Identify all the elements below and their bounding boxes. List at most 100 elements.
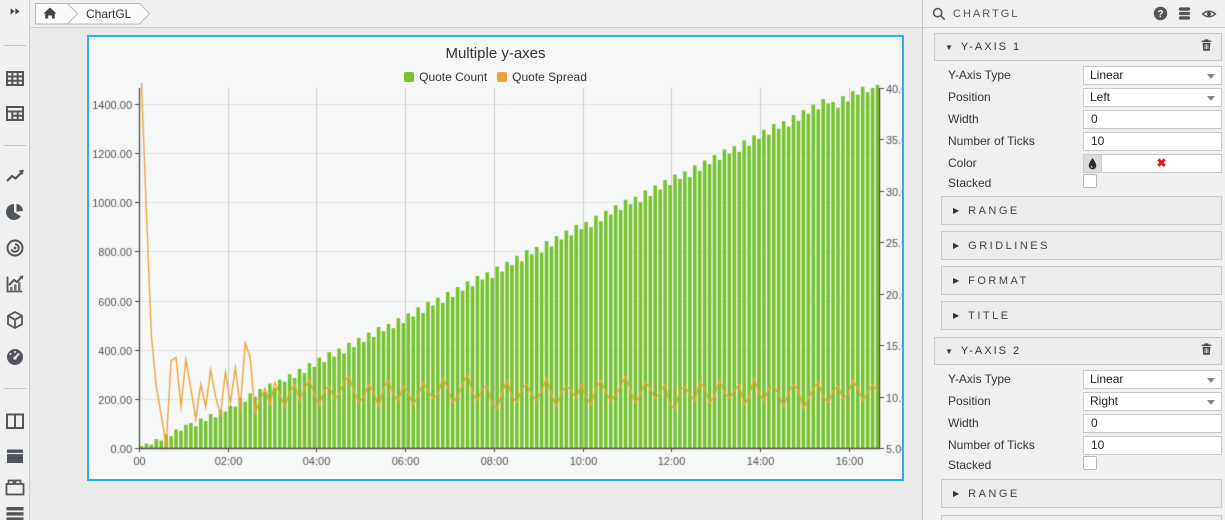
field-yaxis1-ticks: Number of Ticks (923, 130, 1225, 152)
expand-triangle-icon: ▶ (953, 206, 959, 215)
y-axis-2-width-input[interactable] (1083, 414, 1222, 433)
section-yaxis1-format[interactable]: ▶ FORMAT (941, 266, 1222, 295)
chart-plot-canvas[interactable] (89, 83, 902, 475)
field-yaxis1-position: Position Left (923, 86, 1225, 108)
chevron-down-icon (1207, 96, 1215, 101)
field-label: Position (948, 394, 1083, 408)
field-yaxis1-width: Width (923, 108, 1225, 130)
settings-panel: CHARTGL ? ▼ Y-AXIS 1 Y-Axis Type Linear … (922, 0, 1225, 520)
clear-x-icon: ✖ (1156, 157, 1166, 169)
y-axis-1-width-input[interactable] (1083, 110, 1222, 129)
field-yaxis1-stacked: Stacked (923, 174, 1225, 192)
field-yaxis1-color: Color ✖ (923, 152, 1225, 174)
legend-swatch-quote-count (404, 72, 414, 82)
rows-icon[interactable] (5, 505, 25, 520)
y-axis-1-position-select[interactable]: Left (1083, 88, 1222, 107)
field-yaxis2-position: Position Right (923, 390, 1225, 412)
delete-axis-1-button[interactable] (1200, 38, 1213, 57)
area-chart-icon[interactable] (5, 274, 25, 294)
section-title: RANGE (968, 205, 1020, 217)
section-title: GRIDLINES (968, 240, 1050, 252)
chart-title: Multiple y-axes (89, 45, 902, 62)
section-y-axis-1[interactable]: ▼ Y-AXIS 1 (934, 33, 1222, 61)
pie-chart-icon[interactable] (5, 202, 25, 222)
legend-swatch-quote-spread (497, 72, 507, 82)
section-yaxis1-range[interactable]: ▶ RANGE (941, 196, 1222, 225)
legend-label-quote-spread: Quote Spread (512, 70, 587, 84)
field-label: Position (948, 90, 1083, 104)
line-chart-icon[interactable] (5, 166, 25, 186)
breadcrumb-chartgl[interactable]: ChartGL (68, 4, 150, 25)
panel-search-label[interactable]: CHARTGL (953, 8, 1145, 20)
field-label: Width (948, 112, 1083, 126)
field-label: Number of Ticks (948, 134, 1083, 148)
section-title: Y-AXIS 2 (961, 345, 1200, 357)
breadcrumb-bar: ChartGL (30, 0, 922, 28)
expand-triangle-icon: ▶ (953, 276, 959, 285)
y-axis-2-ticks-input[interactable] (1083, 436, 1222, 455)
collapse-triangle-icon: ▼ (945, 43, 953, 52)
expand-triangle-icon: ▶ (953, 241, 959, 250)
trash-icon (1200, 342, 1213, 356)
section-title: RANGE (968, 488, 1020, 500)
field-label: Y-Axis Type (948, 372, 1083, 386)
window-tabs-icon[interactable] (5, 477, 25, 497)
split-columns-icon[interactable] (5, 411, 25, 431)
y-axis-2-type-select[interactable]: Linear (1083, 370, 1222, 389)
droplet-icon (1087, 157, 1098, 170)
section-next-partial (941, 515, 1222, 520)
section-title: Y-AXIS 1 (961, 41, 1200, 53)
y-axis-2-stacked-checkbox[interactable] (1083, 456, 1097, 470)
chevron-down-icon (1207, 74, 1215, 79)
y-axis-1-stacked-checkbox[interactable] (1083, 174, 1097, 188)
chevron-down-icon (1207, 400, 1215, 405)
color-clear-button[interactable]: ✖ (1102, 154, 1222, 173)
y-axis-1-type-select[interactable]: Linear (1083, 66, 1222, 85)
field-label: Width (948, 416, 1083, 430)
y-axis-1-ticks-input[interactable] (1083, 132, 1222, 151)
y-axis-2-position-select[interactable]: Right (1083, 392, 1222, 411)
legend-item-quote-count: Quote Count (404, 70, 487, 84)
pivot-table-icon[interactable] (5, 103, 25, 123)
field-label: Stacked (948, 458, 1083, 472)
breadcrumb-label: ChartGL (86, 7, 132, 21)
section-yaxis1-gridlines[interactable]: ▶ GRIDLINES (941, 231, 1222, 260)
search-icon (932, 7, 946, 21)
field-yaxis2-stacked: Stacked (923, 456, 1225, 474)
field-yaxis2-width: Width (923, 412, 1225, 434)
left-toolbar (0, 0, 30, 520)
collapse-triangle-icon: ▼ (945, 347, 953, 356)
table-icon[interactable] (5, 68, 25, 88)
toolbar-divider (4, 388, 26, 389)
section-y-axis-2[interactable]: ▼ Y-AXIS 2 (934, 337, 1222, 365)
field-yaxis1-type: Y-Axis Type Linear (923, 64, 1225, 86)
select-value: Linear (1090, 68, 1123, 82)
expand-chevrons-icon[interactable] (5, 4, 25, 24)
data-layers-icon[interactable] (1176, 5, 1193, 22)
trash-icon (1200, 38, 1213, 52)
dark-layout-icon[interactable] (5, 446, 25, 466)
field-label: Stacked (948, 176, 1083, 190)
y-axis-1-color-picker: ✖ (1083, 154, 1222, 173)
legend-label-quote-count: Quote Count (419, 70, 487, 84)
help-icon[interactable]: ? (1152, 5, 1169, 22)
doughnut-chart-icon[interactable] (5, 238, 25, 258)
expand-triangle-icon: ▶ (953, 311, 959, 320)
delete-axis-2-button[interactable] (1200, 342, 1213, 361)
gauge-icon[interactable] (5, 347, 25, 367)
eye-icon[interactable] (1200, 5, 1217, 22)
field-yaxis2-type: Y-Axis Type Linear (923, 368, 1225, 390)
section-yaxis2-range[interactable]: ▶ RANGE (941, 479, 1222, 508)
section-title: TITLE (968, 310, 1010, 322)
color-droplet-button[interactable] (1083, 154, 1102, 173)
section-yaxis1-title[interactable]: ▶ TITLE (941, 301, 1222, 330)
toolbar-divider (4, 145, 26, 146)
cube-3d-icon[interactable] (5, 310, 25, 330)
select-value: Right (1090, 394, 1118, 408)
select-value: Left (1090, 90, 1110, 104)
section-title: FORMAT (968, 275, 1029, 287)
field-label: Color (948, 156, 1083, 170)
chart-legend: Quote Count Quote Spread (89, 70, 902, 84)
chart-widget[interactable]: Multiple y-axes Quote Count Quote Spread (87, 35, 904, 481)
field-label: Number of Ticks (948, 438, 1083, 452)
